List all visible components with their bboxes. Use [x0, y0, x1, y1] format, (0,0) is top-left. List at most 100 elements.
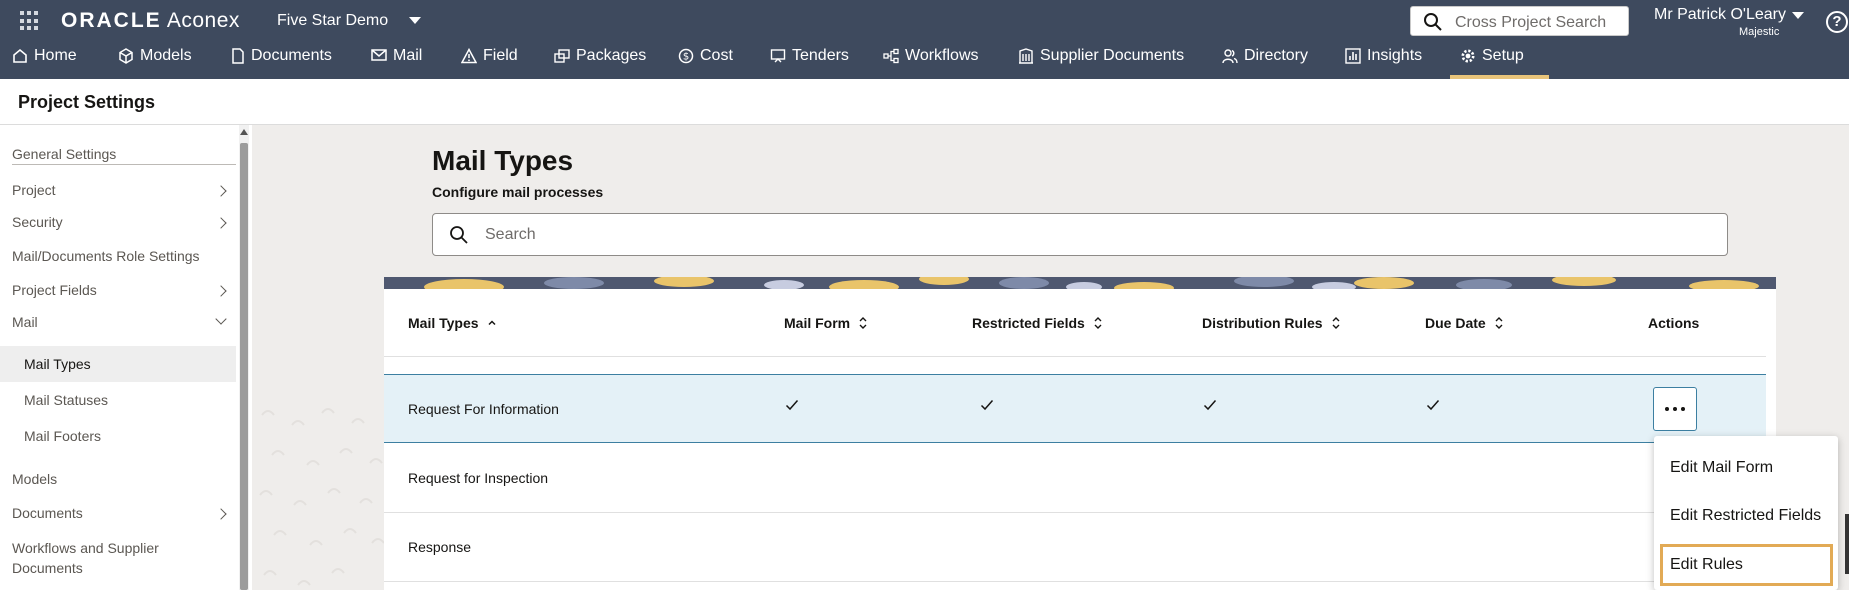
gear-icon — [1461, 49, 1475, 63]
check-icon — [1426, 400, 1440, 411]
main-nav: Home Models Documents Mail Field Package… — [0, 40, 1849, 79]
user-organization: Majestic — [1739, 26, 1780, 38]
sidebar-item-workflows-supplier-documents[interactable]: Workflows and Supplier Documents — [12, 540, 159, 576]
sort-icon — [1495, 317, 1503, 329]
sidebar-scroll-thumb[interactable] — [240, 143, 248, 590]
sort-icon — [1332, 317, 1340, 329]
top-bar: ORACLE Aconex Five Star Demo Cross Proje… — [0, 0, 1849, 79]
chevron-down-icon[interactable] — [409, 17, 421, 24]
packages-icon — [554, 49, 570, 63]
menu-item-edit-mail-form[interactable]: Edit Mail Form — [1670, 459, 1773, 477]
table-row[interactable]: Request for Inspection — [384, 444, 1766, 513]
scroll-up-arrow-icon[interactable] — [240, 129, 248, 135]
row-actions-menu: Edit Mail Form Edit Restricted Fields Ed… — [1654, 436, 1838, 590]
chevron-down-icon[interactable] — [1792, 12, 1804, 19]
chevron-right-icon[interactable] — [215, 508, 227, 520]
column-header-mail-types[interactable]: Mail Types — [408, 315, 497, 331]
menu-item-edit-restricted-fields[interactable]: Edit Restricted Fields — [1670, 507, 1821, 525]
window-edge — [1845, 514, 1849, 574]
nav-documents[interactable]: Documents — [231, 40, 332, 79]
nav-tenders[interactable]: Tenders — [770, 40, 849, 79]
menu-item-edit-rules[interactable]: Edit Rules — [1660, 544, 1833, 586]
mail-types-table: Mail Types Mail Form Restricted Fields D… — [384, 277, 1776, 590]
people-icon — [1222, 49, 1238, 64]
check-icon — [785, 400, 799, 411]
check-icon — [1203, 400, 1217, 411]
cost-icon: $ — [678, 48, 694, 64]
sidebar-item-mail-types[interactable]: Mail Types — [24, 356, 91, 372]
mail-type-name: Request for Inspection — [408, 470, 549, 486]
search-placeholder: Search — [485, 226, 536, 243]
chevron-right-icon[interactable] — [215, 285, 227, 297]
column-header-distribution-rules[interactable]: Distribution Rules — [1202, 315, 1341, 331]
nav-supplier-documents[interactable]: Supplier Documents — [1018, 40, 1184, 79]
sidebar-item-models[interactable]: Models — [12, 471, 57, 487]
header-divider — [384, 356, 1766, 357]
warning-icon — [461, 48, 477, 64]
sort-icon — [1094, 317, 1102, 329]
supplier-icon — [1019, 48, 1033, 64]
user-menu[interactable]: Mr Patrick O'Leary — [1654, 6, 1786, 24]
search-icon — [450, 226, 468, 244]
sidebar-item-mail-documents-role-settings[interactable]: Mail/Documents Role Settings — [12, 248, 200, 264]
nav-cost[interactable]: $ Cost — [678, 40, 733, 79]
search-icon — [1424, 13, 1442, 31]
check-icon — [980, 400, 994, 411]
svg-text:$: $ — [683, 52, 689, 63]
sort-ascending-icon — [488, 320, 496, 326]
chevron-right-icon[interactable] — [215, 217, 227, 229]
cube-icon — [119, 48, 133, 64]
column-header-actions: Actions — [1648, 315, 1700, 331]
project-selector[interactable]: Five Star Demo — [277, 12, 388, 30]
decorative-banner — [384, 277, 1776, 289]
document-icon — [232, 48, 244, 64]
home-icon — [13, 48, 27, 63]
sidebar-item-general-settings[interactable]: General Settings — [12, 146, 236, 165]
nav-mail[interactable]: Mail — [371, 40, 422, 79]
sidebar-item-mail[interactable]: Mail — [12, 314, 38, 330]
cross-project-search-input[interactable]: Cross Project Search — [1410, 6, 1629, 36]
workflow-icon — [883, 48, 899, 64]
help-icon[interactable]: ? — [1826, 11, 1848, 33]
row-actions-button[interactable] — [1653, 387, 1697, 431]
column-header-mail-form[interactable]: Mail Form — [784, 315, 868, 331]
sort-icon — [859, 317, 867, 329]
sidebar-item-project[interactable]: Project — [12, 182, 56, 198]
nav-models[interactable]: Models — [118, 40, 192, 79]
background-pattern — [259, 408, 385, 586]
nav-workflows[interactable]: Workflows — [883, 40, 979, 79]
table-row[interactable]: Request For Information — [384, 374, 1766, 443]
settings-sidebar: General Settings Project Security Mail/D… — [0, 125, 252, 590]
mail-icon — [371, 49, 387, 61]
chevron-down-icon[interactable] — [215, 313, 227, 325]
chart-icon — [1345, 48, 1361, 64]
page-title: Project Settings — [18, 92, 156, 112]
sidebar-scrollbar[interactable] — [239, 125, 249, 590]
mail-type-name: Response — [408, 539, 472, 555]
column-header-due-date[interactable]: Due Date — [1425, 315, 1504, 331]
mail-type-name: Request For Information — [408, 401, 559, 417]
table-row[interactable]: Response — [384, 513, 1766, 582]
nav-setup[interactable]: Setup — [1450, 40, 1549, 79]
column-header-restricted-fields[interactable]: Restricted Fields — [972, 315, 1103, 331]
nav-packages[interactable]: Packages — [554, 40, 646, 79]
mail-types-subtitle: Configure mail processes — [432, 184, 604, 200]
nav-insights[interactable]: Insights — [1345, 40, 1422, 79]
sidebar-item-mail-statuses[interactable]: Mail Statuses — [24, 392, 108, 408]
nav-field[interactable]: Field — [461, 40, 518, 79]
oracle-aconex-logo[interactable]: ORACLE Aconex — [61, 9, 240, 33]
nav-directory[interactable]: Directory — [1222, 40, 1308, 79]
app-launcher-icon[interactable] — [20, 11, 40, 31]
tenders-icon — [770, 49, 786, 63]
cross-search-placeholder: Cross Project Search — [1455, 14, 1607, 31]
page-header: Project Settings — [0, 79, 1849, 125]
sidebar-item-documents[interactable]: Documents — [12, 505, 83, 521]
sidebar-item-security[interactable]: Security — [12, 214, 63, 230]
mail-types-title: Mail Types — [432, 145, 574, 176]
more-dots-icon — [1665, 407, 1669, 411]
sidebar-item-project-fields[interactable]: Project Fields — [12, 282, 97, 298]
mail-types-search-input[interactable]: Search — [432, 213, 1728, 256]
chevron-right-icon[interactable] — [215, 185, 227, 197]
nav-home[interactable]: Home — [12, 40, 77, 79]
sidebar-item-mail-footers[interactable]: Mail Footers — [24, 428, 101, 444]
